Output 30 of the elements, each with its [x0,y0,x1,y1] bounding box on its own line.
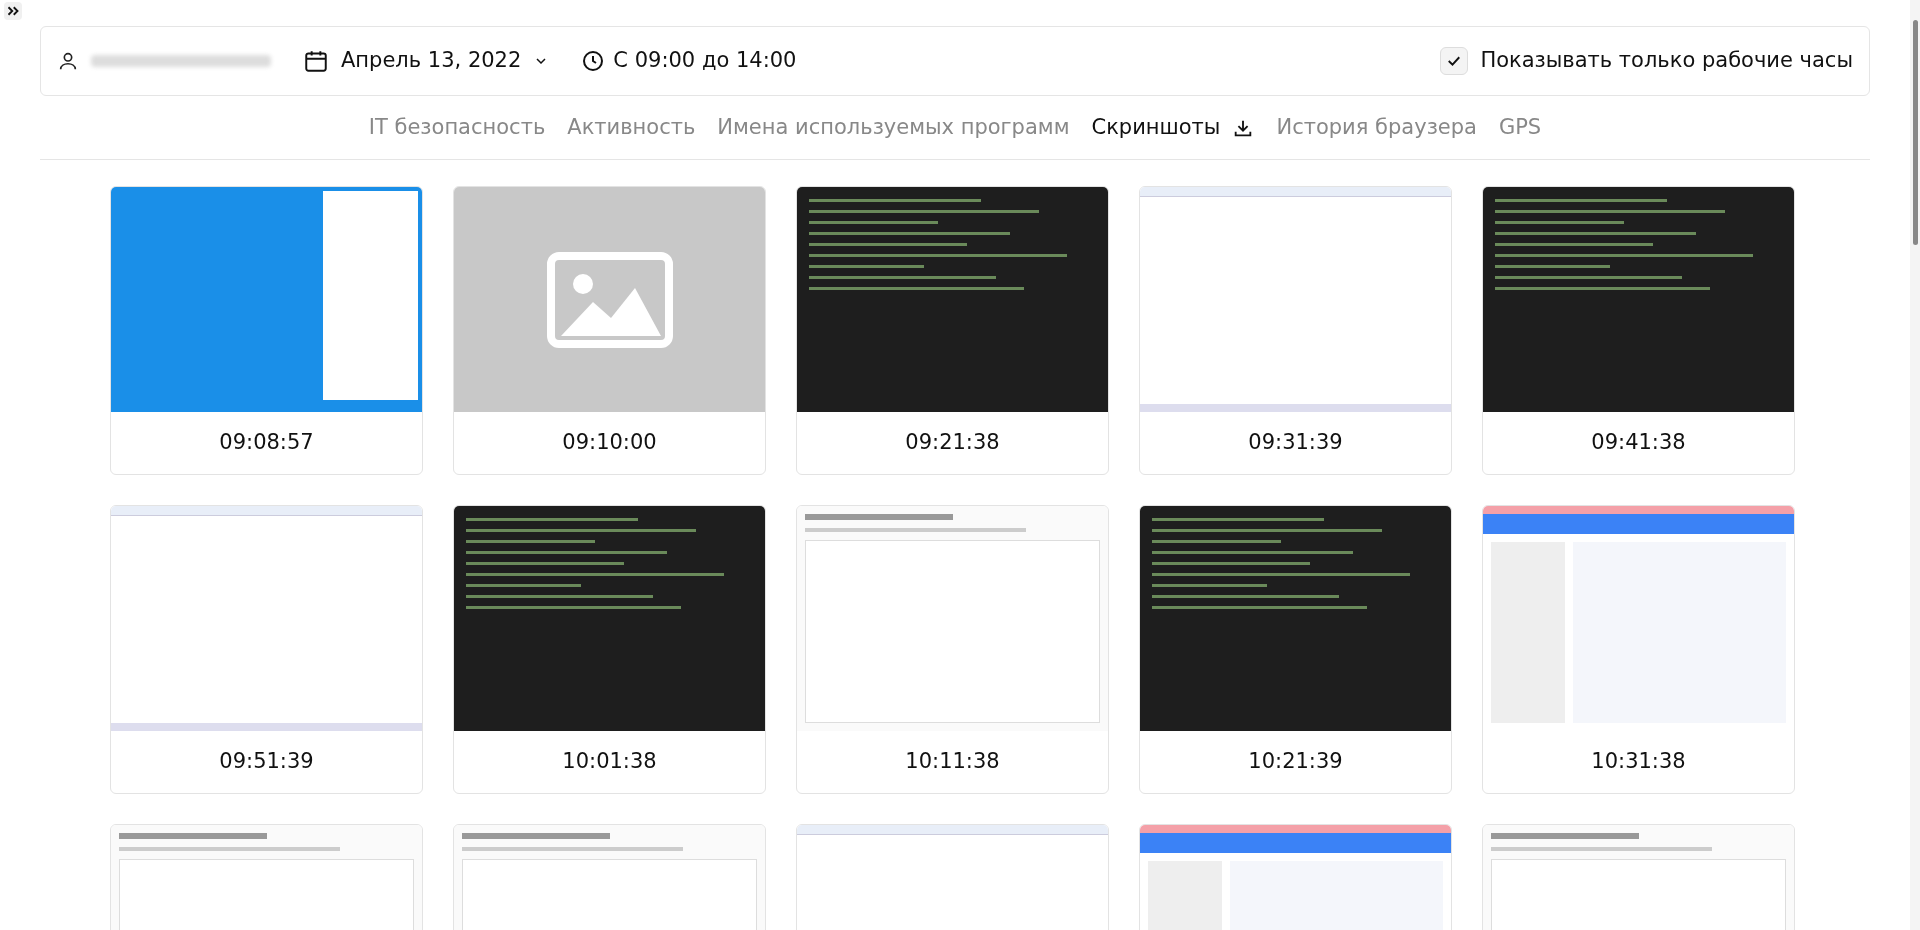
screenshot-time: 09:08:57 [219,429,314,457]
screenshot-time: 09:41:38 [1591,429,1686,457]
code-editor-screenshot[interactable] [454,506,765,731]
screenshot-time: 09:21:38 [905,429,1000,457]
checkbox[interactable] [1440,47,1469,75]
code-editor-screenshot[interactable] [1483,187,1794,412]
screenshot-time: 09:10:00 [562,429,657,457]
code-editor-screenshot[interactable] [1140,506,1451,731]
expand-sidebar-icon[interactable] [4,2,22,20]
tab[interactable]: Скриншоты [1091,111,1221,144]
tab[interactable]: Имена используемых программ [717,111,1070,144]
tab[interactable]: GPS [1498,111,1542,144]
screenshot-time: 09:51:39 [219,748,314,776]
screenshot-time: 10:11:38 [905,748,1000,776]
image-icon [546,251,673,348]
user-icon [57,50,79,72]
screenshot-time: 10:21:39 [1248,748,1343,776]
checkbox-label: Показывать только рабочие часы [1480,47,1853,75]
calendar-icon [303,48,329,74]
screenshot-time: 10:31:38 [1591,748,1686,776]
date-picker[interactable]: Апрель 13, 2022 [303,45,550,77]
tab[interactable]: IT безопасность [368,111,546,144]
clock-icon [581,49,606,73]
tab[interactable]: Активность [567,111,696,144]
code-editor-screenshot[interactable] [797,187,1108,412]
time-range: С 09:00 до 14:00 [613,47,797,75]
screenshot-time: 09:31:39 [1248,429,1343,457]
screenshot-time: 10:01:38 [562,748,657,776]
tab[interactable]: История браузера [1276,111,1477,144]
desktop-screenshot[interactable] [111,187,422,412]
